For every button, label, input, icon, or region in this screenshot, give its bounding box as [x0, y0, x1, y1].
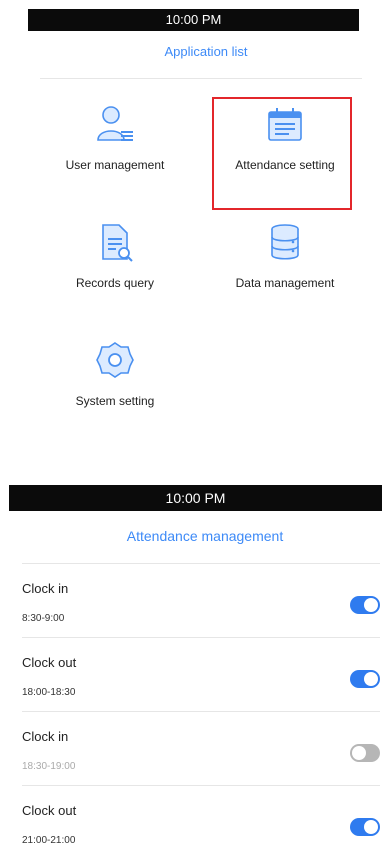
list-item: Clock in 8:30-9:00	[22, 567, 380, 639]
status-time: 10:00 PM	[165, 12, 222, 27]
toggle-switch[interactable]	[350, 818, 380, 836]
row-time: 18:00-18:30	[22, 687, 76, 698]
document-search-icon	[95, 222, 135, 262]
list-item: Clock in 18:30-19:00	[22, 715, 380, 787]
database-icon	[265, 222, 305, 262]
toggle-knob	[364, 820, 378, 834]
app-records-query[interactable]: Records query	[40, 222, 190, 290]
toggle-knob	[364, 598, 378, 612]
divider	[22, 637, 380, 638]
row-name: Clock in	[22, 729, 69, 744]
row-name: Clock out	[22, 655, 77, 670]
toggle-switch[interactable]	[350, 670, 380, 688]
app-data-management[interactable]: Data management	[210, 222, 360, 290]
app-label: Records query	[75, 276, 155, 290]
row-name: Clock out	[22, 803, 77, 818]
divider	[40, 78, 362, 79]
app-user-management[interactable]: User management	[40, 104, 190, 172]
row-time: 18:30-19:00	[22, 761, 76, 772]
app-label: Data management	[235, 276, 335, 290]
divider	[22, 785, 380, 786]
list-item: Clock out 21:00-21:00	[22, 789, 380, 861]
page-title: Attendance management	[126, 528, 284, 544]
app-label: System setting	[75, 394, 155, 408]
user-icon	[95, 104, 135, 144]
row-time: 21:00-21:00	[22, 835, 76, 846]
app-system-setting[interactable]: System setting	[40, 340, 190, 408]
list-item: Clock out 18:00-18:30	[22, 641, 380, 713]
selection-highlight	[212, 97, 352, 210]
divider	[22, 563, 380, 564]
status-bar: 10:00 PM	[28, 9, 359, 31]
divider	[22, 711, 380, 712]
app-label: User management	[65, 158, 165, 172]
toggle-switch[interactable]	[350, 744, 380, 762]
gear-icon	[95, 340, 135, 380]
page-title: Application list	[164, 44, 248, 59]
toggle-knob	[364, 672, 378, 686]
toggle-switch[interactable]	[350, 596, 380, 614]
status-bar: 10:00 PM	[9, 485, 382, 511]
status-time: 10:00 PM	[165, 490, 226, 506]
row-time: 8:30-9:00	[22, 613, 65, 624]
toggle-knob	[352, 746, 366, 760]
row-name: Clock in	[22, 581, 69, 596]
